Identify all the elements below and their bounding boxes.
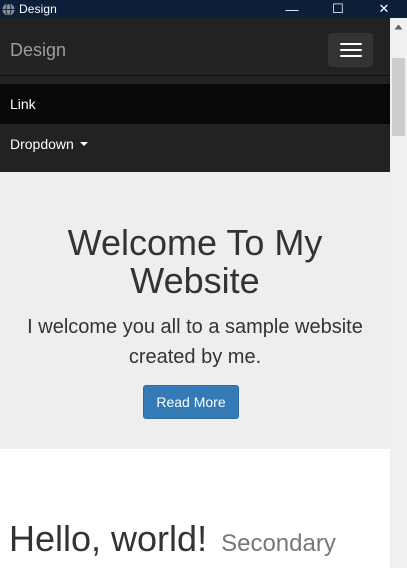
heading-secondary-text: Secondary — [221, 530, 336, 557]
jumbotron-text: I welcome you all to a sample website cr… — [27, 316, 363, 368]
navbar: Design Link Dropdown — [0, 18, 390, 172]
page-heading: Hello, world! Secondary — [9, 518, 336, 560]
read-more-button[interactable]: Read More — [143, 385, 239, 419]
app-window: Design — ☐ ✕ Design Link Dropdown Welcom… — [0, 0, 407, 568]
minimize-icon: — — [285, 1, 299, 17]
maximize-button[interactable]: ☐ — [315, 0, 361, 18]
globe-icon — [1, 2, 15, 16]
nav-item-link[interactable]: Link — [0, 84, 390, 124]
scroll-up-arrow-icon[interactable] — [390, 18, 407, 35]
close-icon: ✕ — [378, 1, 390, 16]
jumbotron: Welcome To My Website I welcome you all … — [0, 172, 390, 449]
navbar-brand[interactable]: Design — [10, 40, 66, 61]
maximize-icon: ☐ — [332, 1, 344, 16]
page-viewport: Design Link Dropdown Welcome To My Websi… — [0, 18, 390, 568]
vertical-scrollbar[interactable] — [390, 18, 407, 568]
close-button[interactable]: ✕ — [361, 0, 407, 18]
navbar-toggle-button[interactable] — [328, 33, 373, 67]
hamburger-icon — [339, 55, 362, 57]
heading-text: Hello, world! — [9, 518, 208, 559]
nav-item-label: Link — [10, 96, 36, 112]
minimize-button[interactable]: — — [269, 0, 315, 18]
nav-item-label: Dropdown — [10, 136, 74, 152]
caret-down-icon — [79, 142, 88, 146]
navbar-divider — [0, 75, 390, 76]
hamburger-icon — [339, 43, 362, 45]
hamburger-icon — [339, 49, 362, 51]
nav-item-dropdown[interactable]: Dropdown — [0, 124, 390, 164]
window-title: Design — [19, 2, 57, 16]
jumbotron-title: Welcome To My Website — [67, 222, 323, 301]
title-bar: Design — ☐ ✕ — [0, 0, 407, 18]
scrollbar-thumb[interactable] — [392, 58, 405, 136]
